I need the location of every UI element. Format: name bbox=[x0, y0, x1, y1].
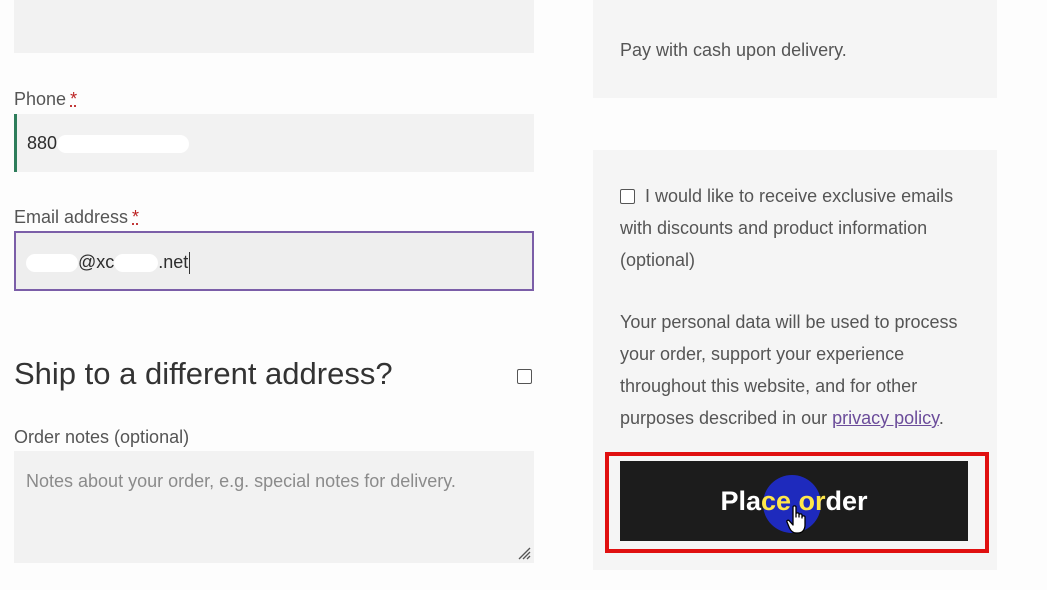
privacy-notice-end: . bbox=[938, 408, 944, 428]
previous-field[interactable] bbox=[14, 0, 534, 53]
payment-method-box: Pay with cash upon delivery. bbox=[593, 0, 997, 98]
redacted-area bbox=[26, 254, 78, 273]
required-marker: * bbox=[70, 89, 78, 109]
ship-different-address-checkbox[interactable] bbox=[517, 369, 532, 384]
email-value-part: @xc bbox=[78, 252, 115, 272]
redacted-area bbox=[114, 254, 159, 273]
required-marker: * bbox=[132, 207, 140, 227]
email-label: Email address * bbox=[14, 207, 139, 228]
label-part: Pla bbox=[720, 485, 761, 516]
email-optin-checkbox[interactable] bbox=[620, 189, 635, 204]
order-notes-label: Order notes (optional) bbox=[14, 427, 190, 447]
ship-different-address-title: Ship to a different address? bbox=[14, 356, 393, 391]
phone-label-text: Phone bbox=[14, 89, 67, 109]
email-optin[interactable]: I would like to receive exclusive emails… bbox=[620, 180, 970, 276]
email-label-text: Email address bbox=[14, 207, 129, 227]
label-part: der bbox=[825, 485, 868, 516]
checkout-form: Phone * 880 Email address * @xc .net Ship t… bbox=[0, 0, 560, 590]
privacy-policy-link[interactable]: privacy policy bbox=[832, 408, 939, 428]
phone-value: 880 bbox=[27, 133, 58, 153]
privacy-notice: Your personal data will be used to proce… bbox=[620, 306, 970, 434]
email-optin-label: I would like to receive exclusive emails… bbox=[620, 186, 954, 270]
order-notes-textarea[interactable]: Notes about your order, e.g. special not… bbox=[14, 451, 534, 563]
resize-grip-icon[interactable] bbox=[517, 546, 531, 560]
order-notes-placeholder: Notes about your order, e.g. special not… bbox=[26, 471, 456, 491]
redacted-area bbox=[57, 135, 190, 154]
phone-input[interactable]: 880 bbox=[14, 114, 534, 172]
phone-label: Phone * bbox=[14, 89, 77, 110]
email-value-part: .net bbox=[158, 252, 189, 272]
text-caret bbox=[189, 252, 191, 275]
payment-description: Pay with cash upon delivery. bbox=[620, 40, 847, 60]
email-input[interactable]: @xc .net bbox=[14, 231, 534, 291]
hand-pointer-icon bbox=[786, 505, 806, 534]
